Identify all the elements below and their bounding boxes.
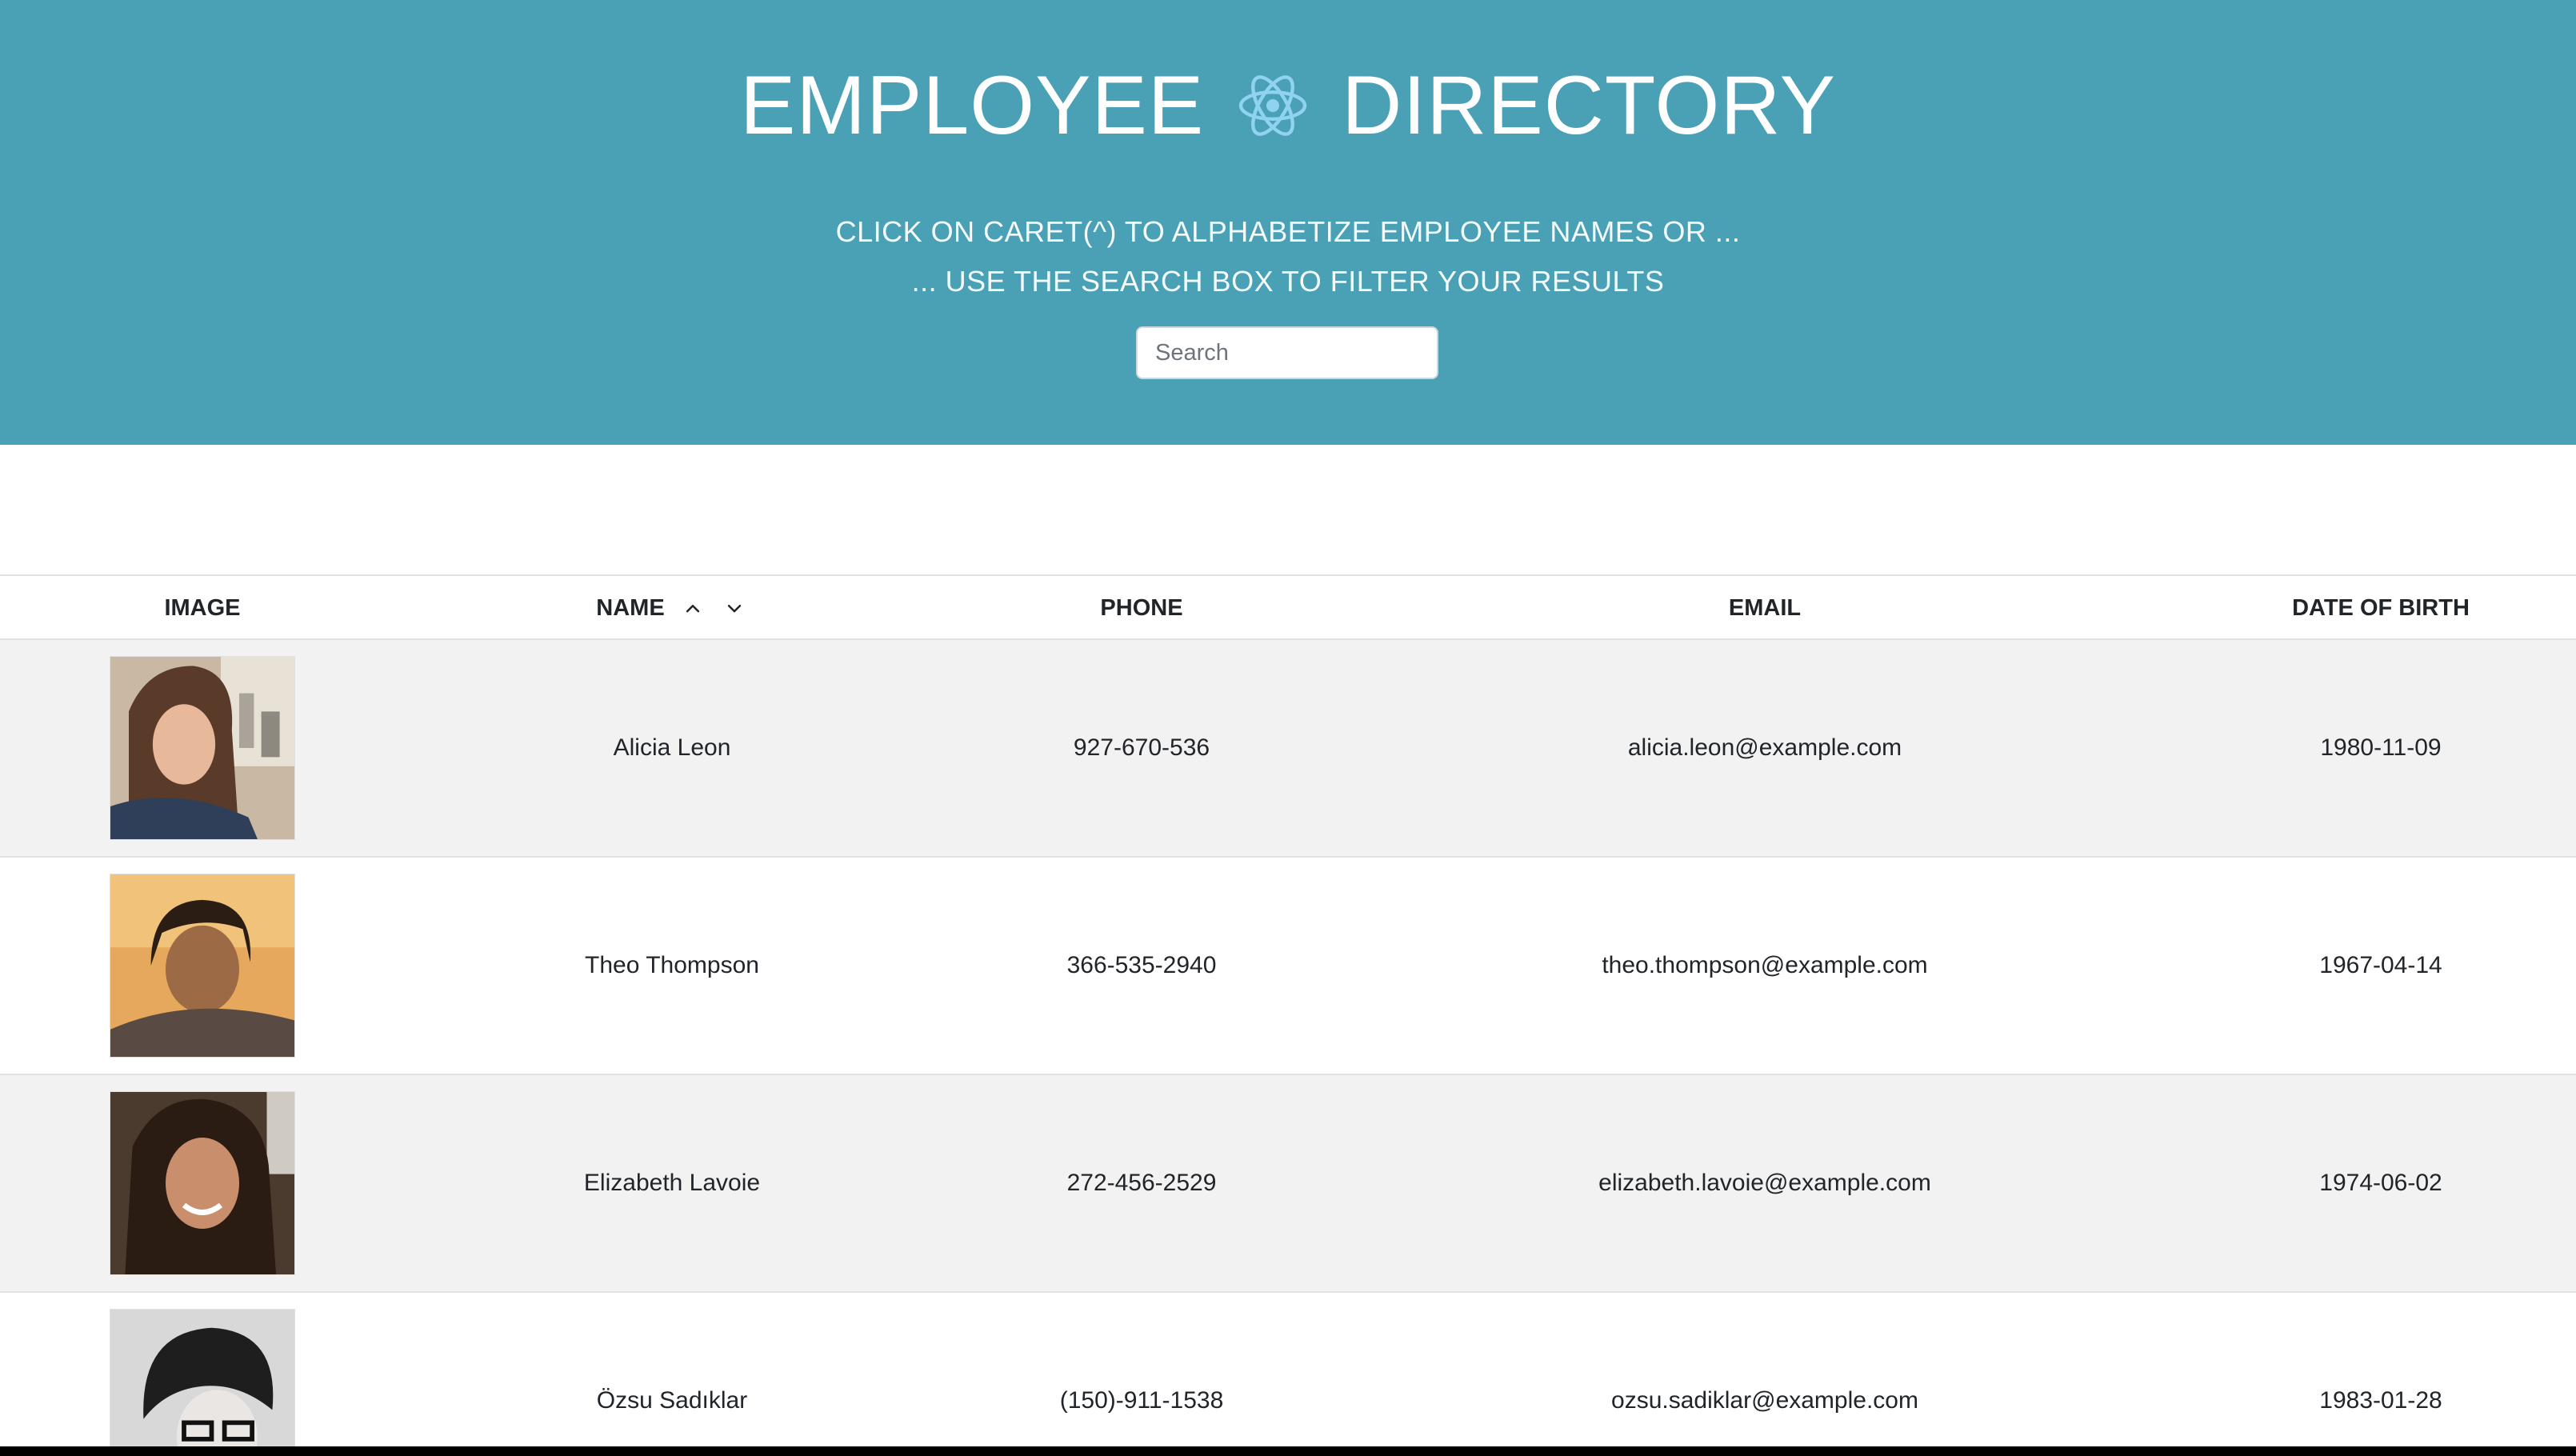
search-input[interactable]	[1136, 326, 1438, 379]
title-directory: DIRECTORY	[1342, 59, 1836, 152]
column-header-name: NAME	[405, 576, 939, 640]
bottom-edge-bar	[0, 1446, 2576, 1456]
employee-photo	[110, 874, 295, 1058]
name-cell: Elizabeth Lavoie	[583, 1170, 761, 1196]
instruction-line-2: ... USE THE SEARCH BOX TO FILTER YOUR RE…	[911, 265, 1665, 298]
page-title: EMPLOYEE DIRECTORY	[0, 58, 2576, 154]
table-row: Özsu Sadıklar (150)-911-1538 ozsu.sadikl…	[0, 1293, 2576, 1456]
employee-table: IMAGE NAME PHONE EMAIL DATE OF BIRTH Ali…	[0, 574, 2576, 1456]
column-header-dob: DATE OF BIRTH	[2292, 595, 2470, 621]
image-cell	[0, 640, 405, 856]
employee-photo	[110, 1309, 295, 1456]
dob-cell: 1983-01-28	[2319, 1387, 2442, 1414]
employee-photo	[110, 656, 295, 840]
table-row: Theo Thompson 366-535-2940 theo.thompson…	[0, 858, 2576, 1075]
instruction-line-1: CLICK ON CARET(^) TO ALPHABETIZE EMPLOYE…	[835, 215, 1741, 248]
column-header-email: EMAIL	[1728, 595, 1802, 621]
sort-ascending-button[interactable]	[679, 594, 706, 622]
caret-down-icon	[727, 605, 741, 613]
react-atom-icon	[1239, 75, 1307, 136]
title-employee: EMPLOYEE	[740, 59, 1205, 152]
employee-directory-page: EMPLOYEE DIRECTORY CLICK ON CARET(^) TO …	[0, 0, 2576, 1456]
image-cell	[0, 1075, 405, 1291]
dob-cell: 1974-06-02	[2319, 1170, 2442, 1196]
dob-cell: 1980-11-09	[2320, 734, 2442, 761]
email-cell: theo.thompson@example.com	[1602, 952, 1928, 978]
phone-cell: (150)-911-1538	[1059, 1387, 1224, 1414]
table-row: Elizabeth Lavoie 272-456-2529 elizabeth.…	[0, 1075, 2576, 1293]
column-header-phone: PHONE	[1100, 595, 1183, 621]
image-cell	[0, 1293, 405, 1456]
column-header-name-label: NAME	[596, 595, 665, 621]
phone-cell: 366-535-2940	[1066, 952, 1217, 978]
email-cell: ozsu.sadiklar@example.com	[1611, 1387, 1918, 1414]
email-cell: alicia.leon@example.com	[1627, 734, 1902, 761]
column-header-image: IMAGE	[164, 595, 241, 621]
name-cell: Theo Thompson	[585, 952, 759, 978]
image-cell	[0, 858, 405, 1074]
table-header: IMAGE NAME PHONE EMAIL DATE OF BIRTH	[0, 574, 2576, 640]
table-row: Alicia Leon 927-670-536 alicia.leon@exam…	[0, 640, 2576, 858]
name-cell: Özsu Sadıklar	[596, 1387, 748, 1414]
dob-cell: 1967-04-14	[2319, 952, 2442, 978]
sort-descending-button[interactable]	[721, 594, 748, 622]
phone-cell: 272-456-2529	[1066, 1170, 1217, 1196]
employee-photo	[110, 1091, 295, 1275]
caret-up-icon	[686, 605, 699, 613]
header-banner: EMPLOYEE DIRECTORY CLICK ON CARET(^) TO …	[0, 0, 2576, 445]
email-cell: elizabeth.lavoie@example.com	[1598, 1170, 1931, 1196]
phone-cell: 927-670-536	[1073, 734, 1210, 761]
name-cell: Alicia Leon	[613, 734, 731, 761]
